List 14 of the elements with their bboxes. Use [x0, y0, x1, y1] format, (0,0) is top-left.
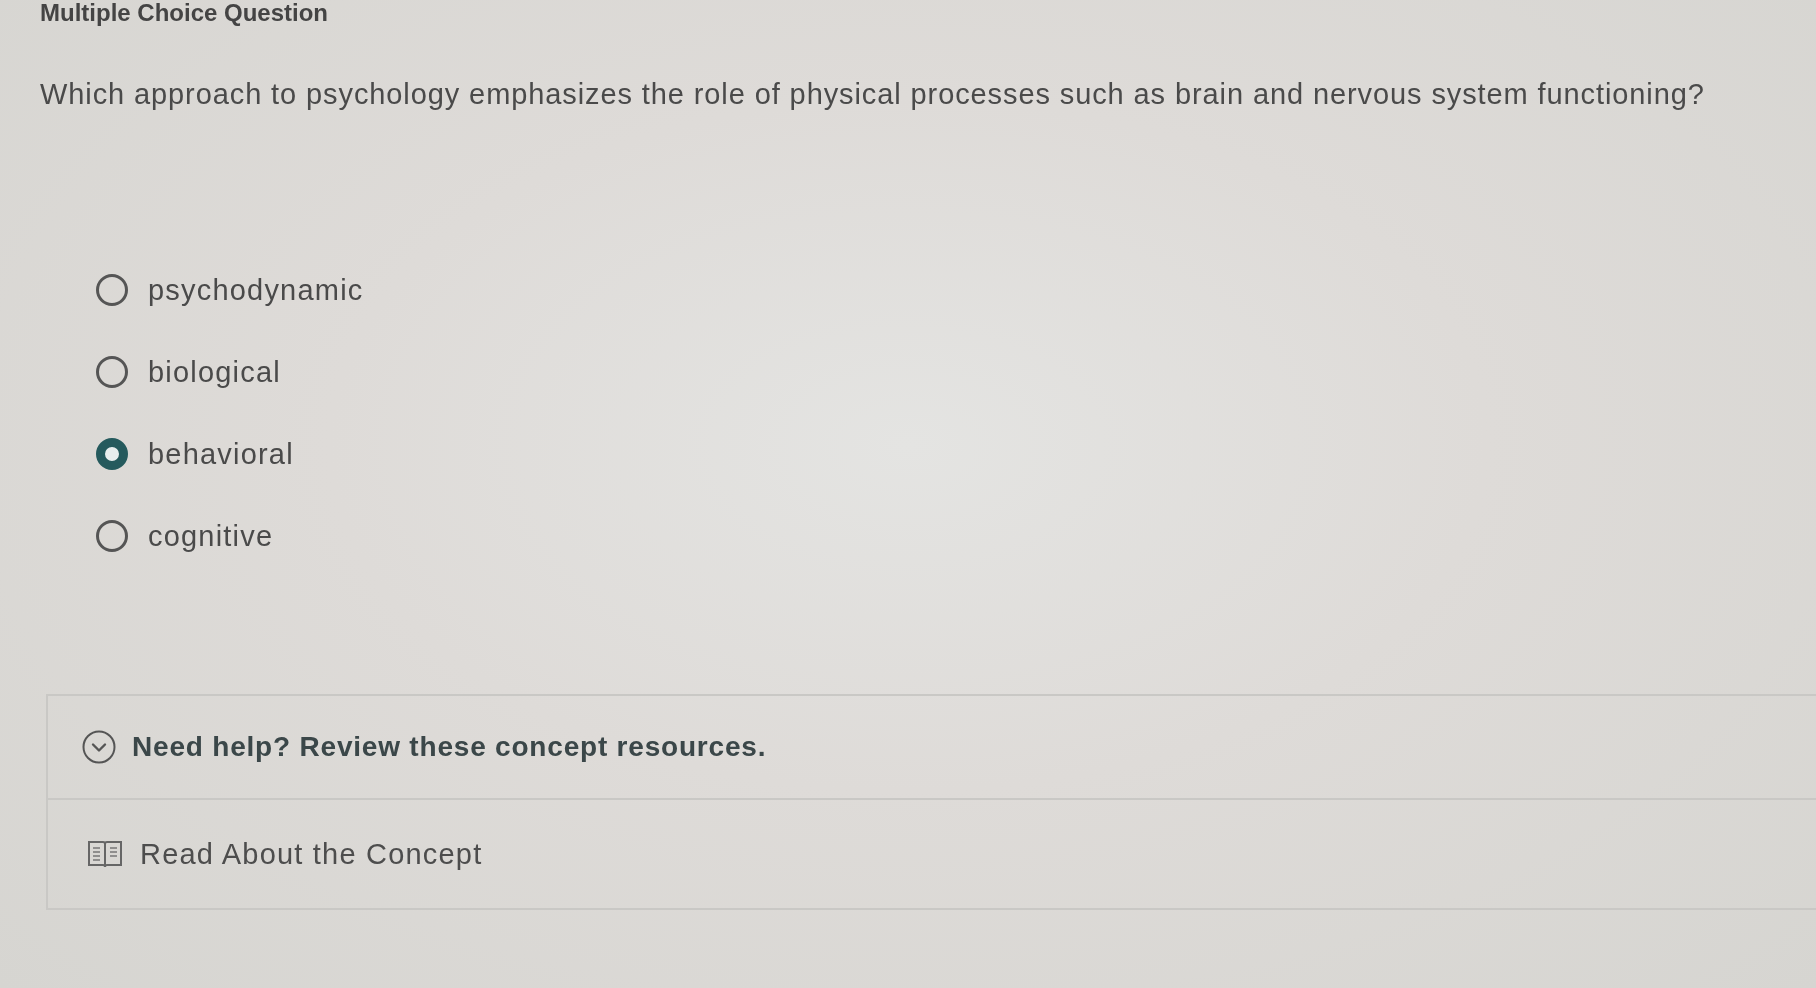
radio-button[interactable]	[96, 438, 128, 470]
option-label[interactable]: psychodynamic	[148, 272, 364, 308]
radio-button[interactable]	[96, 356, 128, 388]
radio-button[interactable]	[96, 274, 128, 306]
resource-link[interactable]: Read About the Concept	[140, 837, 483, 871]
help-toggle[interactable]: Need help? Review these concept resources.	[132, 731, 767, 763]
page-title: Multiple Choice Question	[40, 0, 328, 26]
chevron-down-circle-icon[interactable]	[82, 730, 116, 764]
question-text: Which approach to psychology emphasizes the role of physical processes such as brain and nervous system functioning?	[40, 77, 1705, 112]
book-icon	[88, 840, 122, 868]
radio-button[interactable]	[96, 520, 128, 552]
option-label[interactable]: cognitive	[148, 518, 274, 554]
option-label[interactable]: behavioral	[148, 436, 294, 472]
option-label[interactable]: biological	[148, 354, 281, 390]
